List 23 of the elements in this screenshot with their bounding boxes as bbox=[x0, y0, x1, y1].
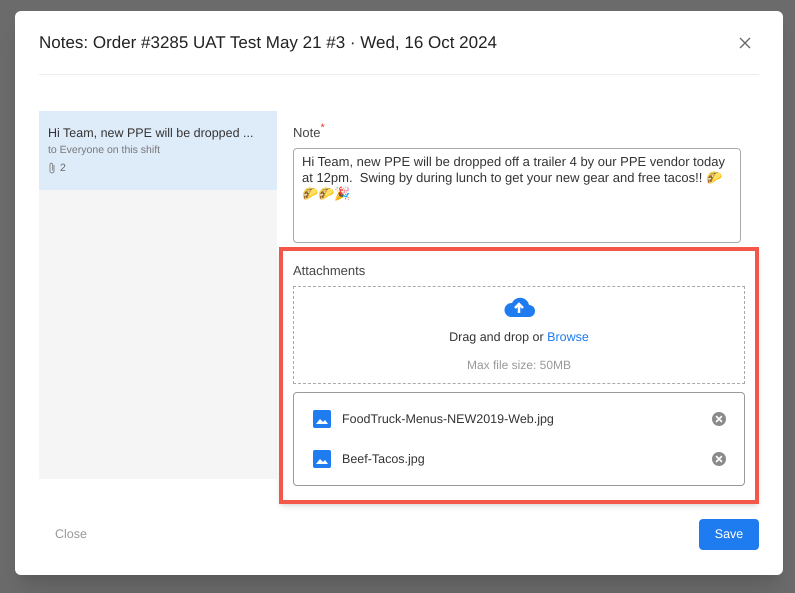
note-preview: Hi Team, new PPE will be dropped ... bbox=[48, 125, 254, 142]
note-recipients: to Everyone on this shift bbox=[48, 142, 162, 158]
browse-link[interactable]: Browse bbox=[547, 330, 589, 344]
remove-icon[interactable] bbox=[712, 412, 726, 426]
file-name: FoodTruck-Menus-NEW2019-Web.jpg bbox=[342, 410, 555, 428]
attachment-count: 2 bbox=[60, 160, 66, 176]
file-name: Beef-Tacos.jpg bbox=[342, 450, 426, 468]
note-label: Note bbox=[293, 124, 320, 142]
required-mark: * bbox=[320, 123, 325, 134]
max-file-size-hint: Max file size: 50MB bbox=[466, 356, 572, 374]
note-list-item[interactable]: Hi Team, new PPE will be dropped ... to Everyone on this shift 2 bbox=[39, 111, 277, 190]
image-file-icon bbox=[313, 410, 331, 428]
file-dropzone[interactable]: Drag and drop or Browse Max file size: 50MB bbox=[293, 286, 745, 384]
image-file-icon bbox=[313, 450, 331, 468]
save-button[interactable]: Save bbox=[699, 519, 759, 550]
dialog-title: Notes: Order #3285 UAT Test May 21 #3 · Wed, 16 Oct 2024 bbox=[39, 32, 497, 54]
note-input-field[interactable]: Hi Team, new PPE will be dropped off a trailer 4 by our PPE vendor today at 12pm. Swing by during lunch to get your new gear and free tacos!! 🌮🌮🌮🎉 bbox=[293, 148, 741, 242]
cloud-upload-icon bbox=[502, 296, 536, 318]
dropzone-prompt: Drag and drop or Browse bbox=[449, 329, 589, 346]
remove-icon[interactable] bbox=[712, 452, 726, 466]
attachments-label: Attachments bbox=[293, 262, 366, 280]
close-icon[interactable] bbox=[739, 36, 751, 48]
paperclip-icon bbox=[48, 162, 56, 174]
